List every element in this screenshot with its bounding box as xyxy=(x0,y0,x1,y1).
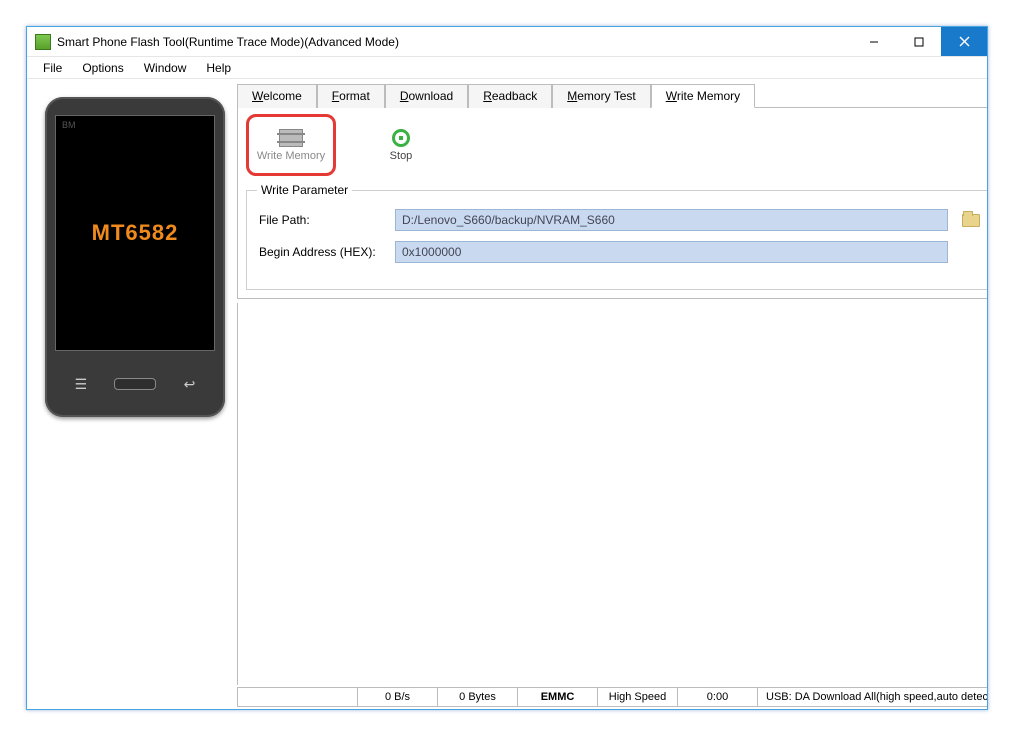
tab-readback[interactable]: Readback xyxy=(468,84,552,108)
status-bytes: 0 Bytes xyxy=(438,688,518,706)
folder-icon xyxy=(962,214,980,227)
tab-strip: Welcome Format Download Readback Memory … xyxy=(237,83,987,108)
begin-addr-input[interactable] xyxy=(395,241,948,263)
content-spacer xyxy=(237,303,987,685)
maximize-button[interactable] xyxy=(896,27,941,56)
tab-write-memory[interactable]: Write Memory xyxy=(651,84,755,108)
file-path-row: File Path: xyxy=(259,209,984,231)
phone-home-button xyxy=(114,378,156,390)
status-speed: High Speed xyxy=(598,688,678,706)
right-pane: Welcome Format Download Readback Memory … xyxy=(237,79,987,709)
titlebar: Smart Phone Flash Tool(Runtime Trace Mod… xyxy=(27,27,987,57)
group-title: Write Parameter xyxy=(257,183,352,197)
menu-window[interactable]: Window xyxy=(134,59,197,77)
file-path-label: File Path: xyxy=(259,213,395,227)
stop-button[interactable]: Stop xyxy=(358,116,444,174)
minimize-button[interactable] xyxy=(851,27,896,56)
tab-download[interactable]: Download xyxy=(385,84,468,108)
begin-addr-row: Begin Address (HEX): xyxy=(259,241,984,263)
menubar: File Options Window Help xyxy=(27,57,987,79)
statusbar: 0 B/s 0 Bytes EMMC High Speed 0:00 USB: … xyxy=(237,687,987,707)
app-window: Smart Phone Flash Tool(Runtime Trace Mod… xyxy=(26,26,988,710)
write-memory-button[interactable]: Write Memory xyxy=(248,116,334,174)
toolbar: Write Memory Stop xyxy=(246,114,987,180)
window-title: Smart Phone Flash Tool(Runtime Trace Mod… xyxy=(57,35,851,49)
phone-back-icon: ↩ xyxy=(184,376,196,393)
menu-help[interactable]: Help xyxy=(196,59,241,77)
status-empty xyxy=(238,688,358,706)
window-controls xyxy=(851,27,987,56)
begin-addr-label: Begin Address (HEX): xyxy=(259,245,395,259)
phone-mockup: BM MT6582 ☰ ↩ xyxy=(45,97,225,417)
menu-options[interactable]: Options xyxy=(72,59,133,77)
main-body: BM MT6582 ☰ ↩ Welcome Format Download xyxy=(27,79,987,709)
phone-screen: BM MT6582 xyxy=(55,115,215,351)
file-path-input[interactable] xyxy=(395,209,948,231)
left-pane: BM MT6582 ☰ ↩ xyxy=(27,79,237,709)
status-storage: EMMC xyxy=(518,688,598,706)
write-parameter-group: Write Parameter File Path: Begin Address… xyxy=(246,190,987,290)
tab-welcome[interactable]: Welcome xyxy=(237,84,317,108)
browse-button[interactable] xyxy=(958,209,984,231)
write-memory-label: Write Memory xyxy=(257,150,325,162)
phone-brand: BM xyxy=(62,120,76,130)
menu-file[interactable]: File xyxy=(33,59,72,77)
chip-icon xyxy=(279,129,303,147)
status-usb: USB: DA Download All(high speed,auto det… xyxy=(758,688,987,706)
stop-label: Stop xyxy=(390,150,413,162)
tab-content: Write Memory Stop Write Parameter File P… xyxy=(237,108,987,299)
app-icon xyxy=(35,34,51,50)
status-rate: 0 B/s xyxy=(358,688,438,706)
close-button[interactable] xyxy=(941,27,987,56)
tab-format[interactable]: Format xyxy=(317,84,385,108)
phone-chip-label: MT6582 xyxy=(92,220,179,246)
stop-icon xyxy=(392,129,410,147)
phone-menu-icon: ☰ xyxy=(75,376,88,393)
status-time: 0:00 xyxy=(678,688,758,706)
tab-memory-test[interactable]: Memory Test xyxy=(552,84,650,108)
phone-hw-buttons: ☰ ↩ xyxy=(45,351,225,417)
